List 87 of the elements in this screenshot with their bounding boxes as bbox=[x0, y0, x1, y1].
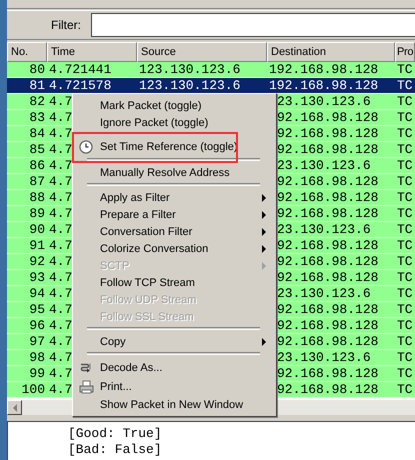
table-cell: 97 bbox=[29, 334, 45, 349]
table-cell: 96 bbox=[29, 318, 45, 333]
table-cell: 4.7 bbox=[49, 254, 72, 269]
table-cell: 100 bbox=[22, 382, 45, 397]
table-cell: 85 bbox=[29, 142, 45, 157]
table-cell: TC bbox=[397, 94, 413, 109]
table-cell: TC bbox=[397, 334, 413, 349]
table-cell: TC bbox=[397, 158, 413, 173]
table-cell: 98 bbox=[29, 350, 45, 365]
table-cell: TC bbox=[397, 190, 413, 205]
table-cell: TC bbox=[397, 174, 413, 189]
table-cell: 92.168.98.128 bbox=[277, 126, 378, 141]
table-cell: TC bbox=[397, 318, 413, 333]
filter-label: Filter: bbox=[50, 18, 81, 32]
table-cell: 4.7 bbox=[49, 142, 72, 157]
table-cell: 92.168.98.128 bbox=[277, 302, 378, 317]
table-cell: TC bbox=[397, 238, 413, 253]
table-cell: 83 bbox=[29, 110, 45, 125]
table-cell: 4.7 bbox=[49, 174, 72, 189]
table-cell: 4.7 bbox=[49, 334, 72, 349]
table-cell: 23.130.123.6 bbox=[277, 222, 371, 237]
table-cell: TC bbox=[397, 62, 413, 77]
table-cell: 92.168.98.128 bbox=[277, 270, 378, 285]
table-cell: TC bbox=[397, 286, 413, 301]
table-cell: TC bbox=[397, 270, 413, 285]
table-cell: 92.168.98.128 bbox=[277, 142, 378, 157]
table-cell: 4.7 bbox=[49, 350, 72, 365]
table-cell: 23.130.123.6 bbox=[277, 286, 371, 301]
table-cell: 94 bbox=[29, 286, 45, 301]
table-cell: 90 bbox=[29, 222, 45, 237]
table-cell: 4.7 bbox=[49, 190, 72, 205]
table-cell: TC bbox=[397, 110, 413, 125]
table-cell: TC bbox=[397, 126, 413, 141]
table-cell: 81 bbox=[29, 78, 45, 93]
table-cell: TC bbox=[397, 206, 413, 221]
table-cell: 123.130.123.6 bbox=[139, 78, 240, 93]
table-cell: 92 bbox=[29, 254, 45, 269]
table-cell: 4.7 bbox=[49, 94, 72, 109]
table-cell: 192.168.98.128 bbox=[269, 78, 378, 93]
table-cell: 23.130.123.6 bbox=[277, 158, 371, 173]
table-cell: 95 bbox=[29, 302, 45, 317]
table-cell: 80 bbox=[29, 62, 45, 77]
table-cell: 92.168.98.128 bbox=[277, 254, 378, 269]
table-cell: 4.7 bbox=[49, 366, 72, 381]
table-cell: 91 bbox=[29, 238, 45, 253]
table-cell: 92.168.98.128 bbox=[277, 110, 378, 125]
table-cell: TC bbox=[397, 78, 413, 93]
table-cell: TC bbox=[397, 302, 413, 317]
table-cell: 92.168.98.128 bbox=[277, 366, 378, 381]
table-cell: 192.168.98.128 bbox=[269, 62, 378, 77]
table-cell: TC bbox=[397, 254, 413, 269]
table-cell: 87 bbox=[29, 174, 45, 189]
table-cell: 92.168.98.128 bbox=[277, 334, 378, 349]
table-cell: 84 bbox=[29, 126, 45, 141]
table-cell: 86 bbox=[29, 158, 45, 173]
table-cell: 92.168.98.128 bbox=[277, 382, 378, 397]
table-cell: 4.721578 bbox=[49, 78, 112, 93]
table-cell: 93 bbox=[29, 270, 45, 285]
table-cell: 92.168.98.128 bbox=[277, 318, 378, 333]
table-cell: TC bbox=[397, 366, 413, 381]
table-cell: 4.7 bbox=[49, 126, 72, 141]
table-cell: 4.7 bbox=[49, 110, 72, 125]
table-cell: 4.721441 bbox=[49, 62, 112, 77]
table-cell: 88 bbox=[29, 190, 45, 205]
table-cell: TC bbox=[397, 382, 413, 397]
table-cell: 123.130.123.6 bbox=[139, 62, 240, 77]
table-cell: 23.130.123.6 bbox=[277, 350, 371, 365]
table-cell: 4.7 bbox=[49, 382, 72, 397]
table-cell: 92.168.98.128 bbox=[277, 238, 378, 253]
table-cell: 4.7 bbox=[49, 286, 72, 301]
table-cell: TC bbox=[397, 350, 413, 365]
table-cell: 4.7 bbox=[49, 238, 72, 253]
table-cell: 99 bbox=[29, 366, 45, 381]
table-cell: TC bbox=[397, 142, 413, 157]
table-cell: TC bbox=[397, 222, 413, 237]
table-cell: 4.7 bbox=[49, 222, 72, 237]
table-cell: 4.7 bbox=[49, 318, 72, 333]
table-cell: 89 bbox=[29, 206, 45, 221]
table-cell: 4.7 bbox=[49, 158, 72, 173]
table-cell: 92.168.98.128 bbox=[277, 190, 378, 205]
table-cell: 4.7 bbox=[49, 302, 72, 317]
table-cell: 82 bbox=[29, 94, 45, 109]
table-cell: 4.7 bbox=[49, 270, 72, 285]
table-cell: 92.168.98.128 bbox=[277, 206, 378, 221]
table-cell: 4.7 bbox=[49, 206, 72, 221]
table-cell: 23.130.123.6 bbox=[277, 94, 371, 109]
table-cell: 92.168.98.128 bbox=[277, 174, 378, 189]
